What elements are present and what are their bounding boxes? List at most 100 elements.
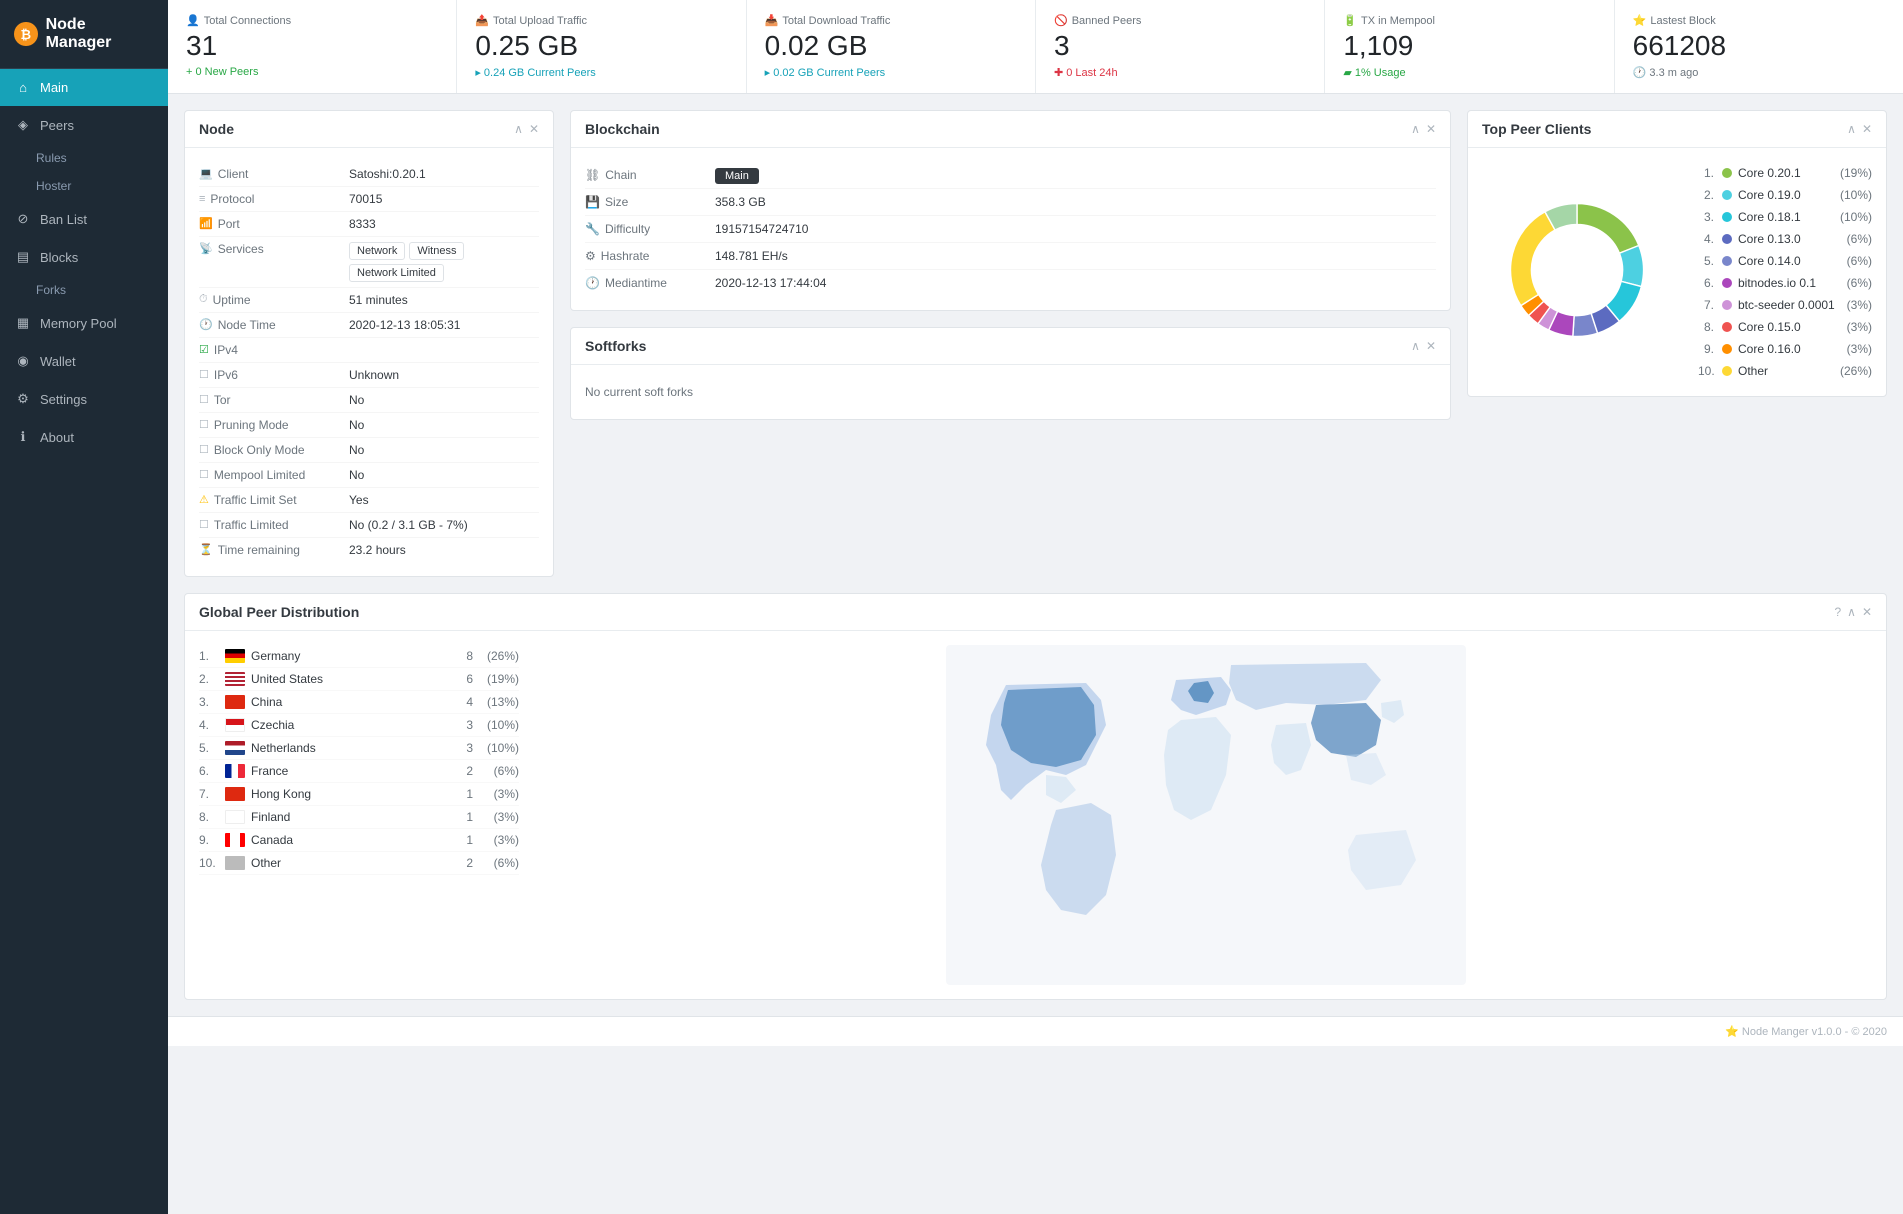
- sidebar-item-rules[interactable]: Rules: [36, 144, 168, 172]
- pruning-icon: ☐: [199, 418, 209, 431]
- btc-icon: ₿: [14, 22, 38, 46]
- gp-collapse-icon[interactable]: ∧: [1847, 605, 1856, 619]
- country-name: Germany: [251, 649, 453, 663]
- sidebar-item-settings[interactable]: ⚙ Settings: [0, 380, 168, 418]
- badge-network: Network: [349, 242, 405, 260]
- info-icon: ℹ: [14, 429, 32, 445]
- node-tor-val: No: [349, 393, 539, 407]
- port-icon: 📶: [199, 217, 213, 230]
- tp-close-icon[interactable]: ✕: [1862, 122, 1872, 136]
- close-icon[interactable]: ✕: [529, 122, 539, 136]
- country-name: France: [251, 764, 453, 778]
- softforks-card-controls: ∧ ✕: [1411, 339, 1436, 353]
- country-rank: 1.: [199, 649, 219, 663]
- collapse-icon[interactable]: ∧: [514, 122, 523, 136]
- sf-close-icon[interactable]: ✕: [1426, 339, 1436, 353]
- sidebar-item-forks[interactable]: Forks: [36, 276, 168, 304]
- home-icon: ⌂: [14, 80, 32, 95]
- node-row-ipv4: ☑IPv4: [199, 338, 539, 363]
- client-icon: 💻: [199, 167, 213, 180]
- country-count: 1: [453, 833, 473, 847]
- peer-list-item: 7. btc-seeder 0.0001 (3%): [1698, 294, 1872, 316]
- blockchain-card-title: Blockchain: [585, 121, 660, 137]
- stat-mempool-sub: ▰ 1% Usage: [1343, 66, 1595, 79]
- bc-mediantime-val: 2020-12-13 17:44:04: [715, 276, 826, 290]
- node-row-blockonly: ☐Block Only Mode No: [199, 438, 539, 463]
- country-list: 1. Germany 8 (26%) 2. United States 6 (1…: [199, 645, 519, 985]
- global-peer-card-header: Global Peer Distribution ? ∧ ✕: [185, 594, 1886, 631]
- peer-name: btc-seeder 0.0001: [1738, 298, 1847, 312]
- stat-total-connections: 👤 Total Connections 31 + 0 New Peers: [168, 0, 457, 93]
- sidebar-label-about: About: [40, 430, 74, 445]
- node-row-protocol: ≡Protocol 70015: [199, 187, 539, 212]
- country-list-item: 7. Hong Kong 1 (3%): [199, 783, 519, 806]
- sidebar-label-blocks: Blocks: [40, 250, 78, 265]
- peers-icon: ◈: [14, 117, 32, 133]
- peer-name: Core 0.18.1: [1738, 210, 1840, 224]
- peer-color-dot: [1722, 278, 1732, 288]
- sidebar-item-wallet[interactable]: ◉ Wallet: [0, 342, 168, 380]
- peer-name: Core 0.20.1: [1738, 166, 1840, 180]
- country-rank: 10.: [199, 856, 219, 870]
- sidebar-item-ban-list[interactable]: ⊘ Ban List: [0, 200, 168, 238]
- node-services-badges: Network Witness Network Limited: [349, 242, 539, 282]
- country-list-item: 4. Czechia 3 (10%): [199, 714, 519, 737]
- stat-connections-value: 31: [186, 31, 438, 62]
- sidebar-item-peers[interactable]: ◈ Peers: [0, 106, 168, 144]
- softforks-card-header: Softforks ∧ ✕: [571, 328, 1450, 365]
- gp-close-icon[interactable]: ✕: [1862, 605, 1872, 619]
- bc-close-icon[interactable]: ✕: [1426, 122, 1436, 136]
- country-list-item: 1. Germany 8 (26%): [199, 645, 519, 668]
- node-protocol-val: 70015: [349, 192, 539, 206]
- peer-pct: (10%): [1840, 210, 1872, 224]
- sidebar-item-hoster[interactable]: Hoster: [36, 172, 168, 200]
- peer-name: Core 0.15.0: [1738, 320, 1847, 334]
- country-rank: 2.: [199, 672, 219, 686]
- country-list-item: 3. China 4 (13%): [199, 691, 519, 714]
- tp-collapse-icon[interactable]: ∧: [1847, 122, 1856, 136]
- sidebar-label-forks: Forks: [36, 283, 66, 297]
- global-peer-card-controls: ? ∧ ✕: [1834, 605, 1872, 619]
- country-name: United States: [251, 672, 453, 686]
- bc-collapse-icon[interactable]: ∧: [1411, 122, 1420, 136]
- country-list-item: 6. France 2 (6%): [199, 760, 519, 783]
- node-row-uptime: ⏱Uptime 51 minutes: [199, 288, 539, 313]
- peer-rank: 9.: [1698, 342, 1714, 356]
- gp-help-icon[interactable]: ?: [1834, 605, 1841, 619]
- sidebar-item-about[interactable]: ℹ About: [0, 418, 168, 456]
- star-icon: ⭐: [1633, 14, 1647, 27]
- country-rank: 6.: [199, 764, 219, 778]
- peer-list-item: 1. Core 0.20.1 (19%): [1698, 162, 1872, 184]
- sidebar-item-memory-pool[interactable]: ▦ Memory Pool: [0, 304, 168, 342]
- peer-rank: 10.: [1698, 364, 1714, 378]
- blockonly-icon: ☐: [199, 443, 209, 456]
- sidebar-item-main[interactable]: ⌂ Main: [0, 69, 168, 106]
- country-count: 3: [453, 741, 473, 755]
- blockchain-card-header: Blockchain ∧ ✕: [571, 111, 1450, 148]
- mediantime-icon: 🕐: [585, 276, 600, 290]
- settings-icon: ⚙: [14, 391, 32, 407]
- timerem-icon: ⏳: [199, 543, 213, 556]
- blockchain-card-controls: ∧ ✕: [1411, 122, 1436, 136]
- sf-collapse-icon[interactable]: ∧: [1411, 339, 1420, 353]
- peer-list-item: 8. Core 0.15.0 (3%): [1698, 316, 1872, 338]
- peer-rank: 8.: [1698, 320, 1714, 334]
- sidebar-item-blocks[interactable]: ▤ Blocks: [0, 238, 168, 276]
- peer-color-dot: [1722, 168, 1732, 178]
- softforks-card-title: Softforks: [585, 338, 646, 354]
- node-timerem-val: 23.2 hours: [349, 543, 539, 557]
- global-inner: 1. Germany 8 (26%) 2. United States 6 (1…: [199, 645, 1872, 985]
- peer-name: Other: [1738, 364, 1840, 378]
- stat-latest-block: ⭐ Lastest Block 661208 🕐 3.3 m ago: [1615, 0, 1903, 93]
- peer-list-item: 3. Core 0.18.1 (10%): [1698, 206, 1872, 228]
- peer-name: Core 0.14.0: [1738, 254, 1847, 268]
- country-name: Netherlands: [251, 741, 453, 755]
- stat-mempool-value: 1,109: [1343, 31, 1595, 62]
- country-count: 2: [453, 856, 473, 870]
- peer-rank: 5.: [1698, 254, 1714, 268]
- country-name: Czechia: [251, 718, 453, 732]
- node-uptime-val: 51 minutes: [349, 293, 539, 307]
- download-icon: 📥: [765, 14, 779, 27]
- node-client-val: Satoshi:0.20.1: [349, 167, 539, 181]
- peer-color-dot: [1722, 212, 1732, 222]
